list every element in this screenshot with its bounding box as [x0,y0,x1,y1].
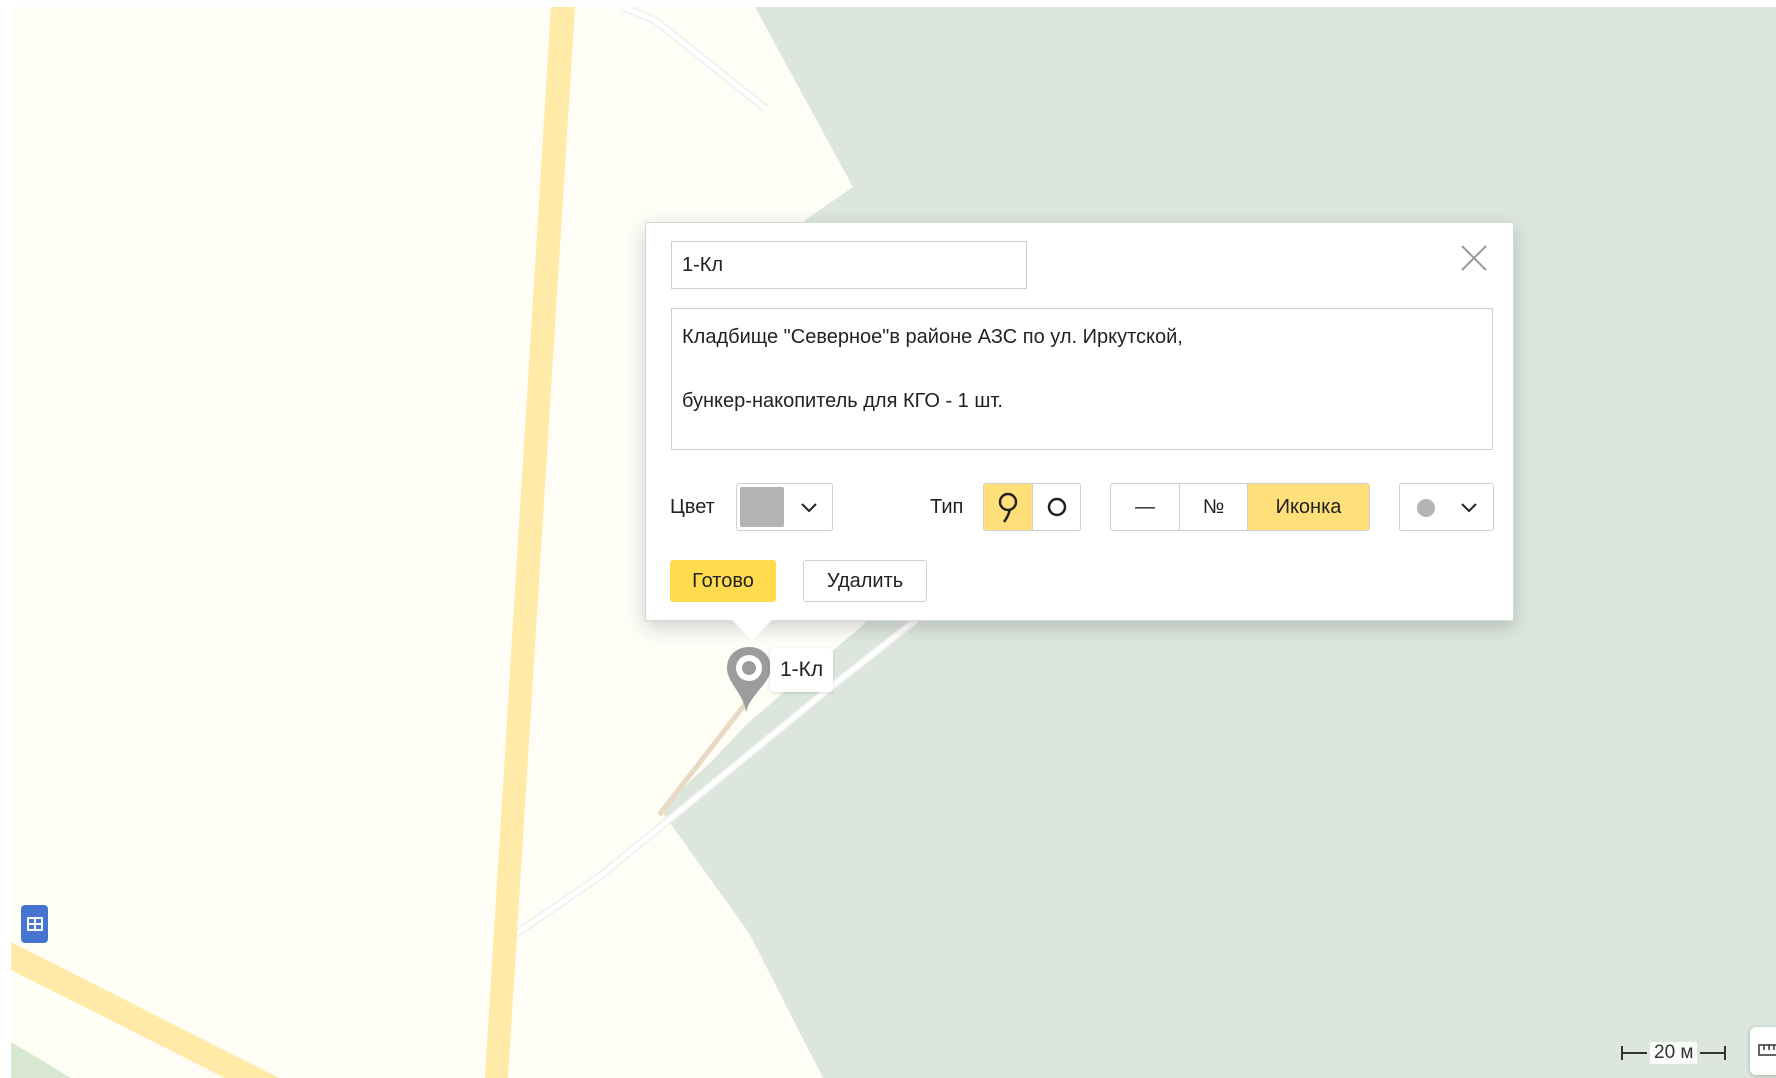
scale-bar-right [1700,1046,1727,1060]
chevron-down-icon [801,503,817,513]
placemark-name-input[interactable] [671,241,1027,289]
content-none-button[interactable]: — [1111,484,1179,530]
chevron-down-icon [1461,503,1477,513]
type-toggle [983,483,1081,531]
type-pin-button[interactable] [984,484,1033,530]
icon-select[interactable] [1399,483,1494,531]
ruler-button[interactable] [1750,1027,1776,1075]
color-label: Цвет [670,496,715,518]
balloon-tail [732,620,772,640]
placemark-pin-icon[interactable] [723,645,775,715]
content-number-button[interactable]: № [1179,484,1247,530]
type-label: Тип [930,496,964,518]
dot-icon [1417,499,1435,517]
color-swatch [740,487,784,527]
close-icon[interactable] [1459,243,1489,273]
poi-icon[interactable] [21,905,48,943]
placemark-editor-balloon: Кладбище "Северное"в районе АЗС по ул. И… [645,222,1514,640]
placemark-label[interactable]: 1-Кл [770,648,834,692]
circle-icon [1047,497,1066,517]
color-select[interactable] [736,483,833,531]
ruler-icon [1758,1044,1776,1056]
type-circle-button[interactable] [1032,484,1080,530]
building-icon [26,917,43,931]
content-toggle: — № Иконка [1110,483,1370,531]
scale-label: 20 м [1650,1042,1698,1064]
pin-icon [998,492,1018,523]
content-icon-button[interactable]: Иконка [1247,484,1369,530]
scale-bar-left [1621,1046,1647,1060]
map-scale: 20 м [1620,1038,1727,1068]
delete-button[interactable]: Удалить [803,560,927,602]
placemark-description-field[interactable]: Кладбище "Северное"в районе АЗС по ул. И… [671,308,1493,450]
done-button[interactable]: Готово [670,560,776,602]
